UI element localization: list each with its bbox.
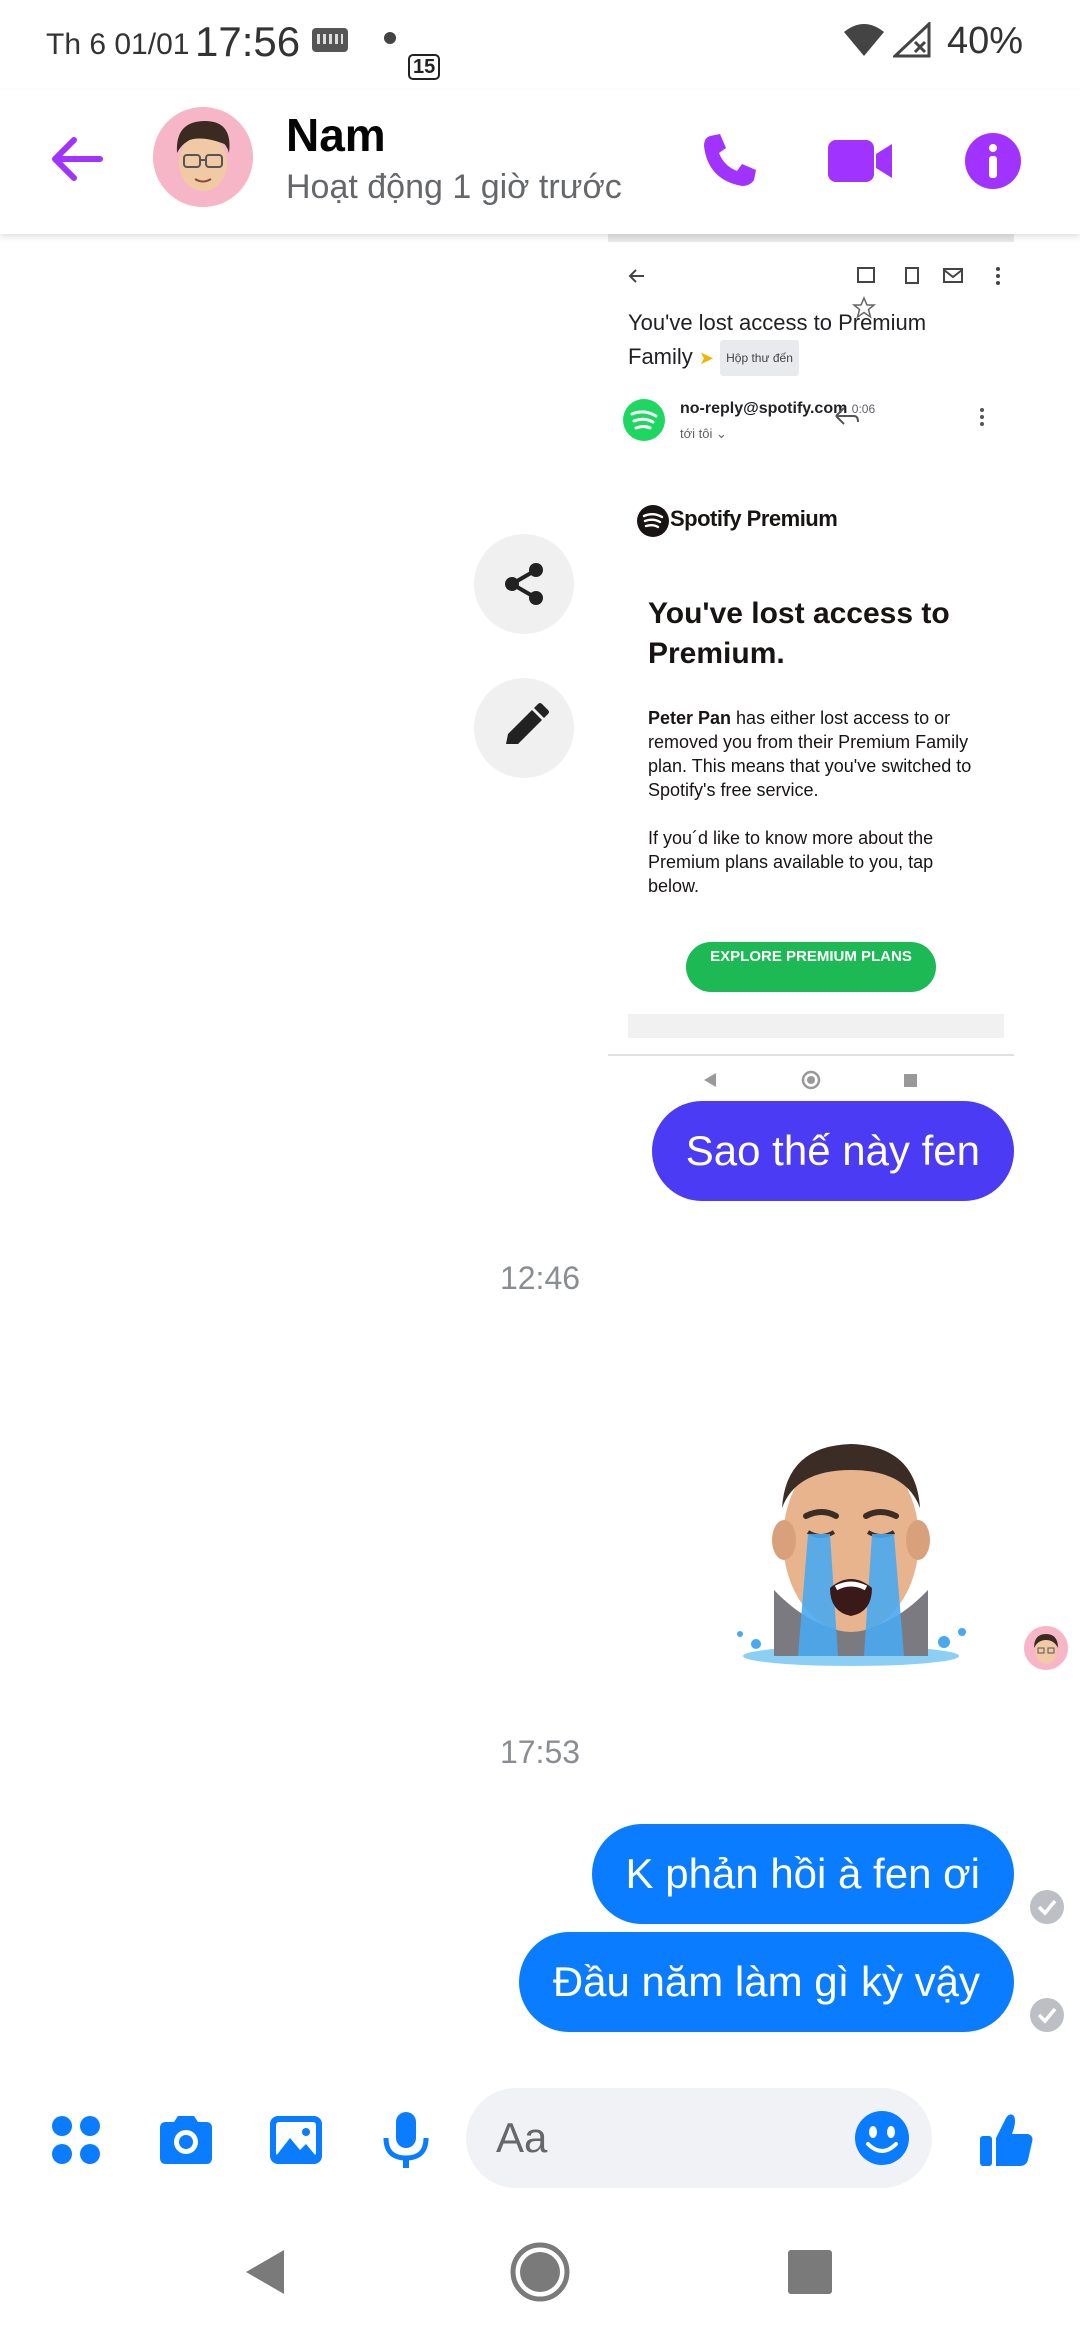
message-timestamp: 17:53 — [499, 1734, 581, 1770]
chat-header: Nam Hoạt động 1 giờ trước — [0, 90, 1080, 234]
email-body: Peter Pan has either lost access to or r… — [648, 706, 988, 898]
memoji-avatar-icon — [153, 107, 253, 207]
thumbs-up-icon[interactable] — [976, 2110, 1036, 2170]
message-composer — [0, 2080, 1080, 2204]
contact-name[interactable]: Nam — [286, 108, 386, 162]
emoji-icon[interactable] — [852, 2108, 912, 2168]
email-body-paragraph-1: Peter Pan has either lost access to or r… — [648, 706, 988, 802]
sent-check-icon — [1030, 1890, 1064, 1924]
info-icon[interactable] — [958, 126, 1028, 196]
email-footer — [628, 1014, 1004, 1038]
nav-back-icon[interactable] — [234, 2240, 298, 2304]
sender-address: no-reply@spotify.com — [680, 400, 848, 417]
microphone-icon[interactable] — [376, 2110, 436, 2170]
video-camera-icon[interactable] — [826, 126, 896, 196]
email-recipient: tới tôi ⌄ — [680, 426, 727, 441]
avatar[interactable] — [153, 107, 253, 207]
status-bar: Th 6 01/01 17:56 15 40% — [0, 0, 1080, 90]
edit-button[interactable] — [474, 678, 574, 778]
email-subject-line2: Family — [628, 344, 693, 369]
message-input-container — [466, 2088, 932, 2188]
status-date: Th 6 01/01 — [46, 28, 190, 61]
reply-more-icons — [835, 407, 984, 426]
email-subject-line1: You've lost access to Premium — [628, 310, 927, 335]
system-navigation-bar — [0, 2204, 1080, 2340]
explore-premium-button: EXPLORE PREMIUM PLANS — [686, 942, 936, 992]
sent-check-icon — [1030, 1998, 1064, 2032]
screenshot-status-strip — [608, 234, 1014, 242]
status-time: 17:56 — [195, 18, 301, 65]
share-button[interactable] — [474, 534, 574, 634]
message-bubble-sent[interactable]: Đầu năm làm gì kỳ vậy — [518, 1932, 1014, 2032]
crying-memoji-sticker[interactable] — [726, 1420, 976, 1670]
spotify-logo-icon — [637, 505, 669, 537]
signal-icon — [893, 22, 931, 58]
mini-nav-icons — [704, 1070, 917, 1090]
account-owner-name: Peter Pan — [648, 708, 732, 728]
contact-active-status: Hoạt động 1 giờ trước — [286, 168, 622, 206]
share-icon — [505, 563, 543, 605]
keyboard-icon — [312, 28, 348, 52]
email-body-paragraph-2: If you´d like to know more about the Pre… — [648, 828, 934, 896]
spotify-sender-avatar-icon — [623, 399, 665, 441]
message-bubble-sent[interactable]: Sao thế này fen — [651, 1101, 1014, 1201]
gallery-icon[interactable] — [266, 2110, 326, 2170]
nav-recents-icon[interactable] — [778, 2240, 842, 2304]
important-marker-icon: ➤ — [698, 348, 714, 368]
email-subject: You've lost access to Premium Family ➤ H… — [628, 306, 968, 377]
pencil-icon — [506, 703, 549, 744]
seen-by-avatar — [1024, 1626, 1068, 1670]
screenshot-navbar — [608, 1054, 1014, 1104]
nav-home-icon[interactable] — [508, 2240, 572, 2304]
notification-count-badge: 15 — [408, 54, 441, 80]
to-label: tới tôi — [680, 426, 713, 441]
message-list[interactable]: You've lost access to Premium Family ➤ H… — [0, 234, 1080, 2080]
spotify-brand: Spotify Premium — [670, 506, 838, 531]
wifi-icon — [844, 24, 884, 56]
message-timestamp: 12:46 — [499, 1260, 581, 1296]
notification-dot-icon — [384, 32, 396, 44]
phone-icon[interactable] — [694, 126, 764, 196]
battery-percent: 40% — [947, 20, 1024, 62]
camera-icon[interactable] — [156, 2110, 216, 2170]
email-headline: You've lost access to Premium. — [648, 597, 950, 670]
back-arrow-icon[interactable] — [44, 124, 114, 194]
apps-icon[interactable] — [46, 2110, 106, 2170]
shared-screenshot-image[interactable]: You've lost access to Premium Family ➤ H… — [608, 234, 1014, 1054]
star-icon — [852, 296, 876, 319]
gmail-toolbar-icons — [628, 267, 1000, 285]
message-input[interactable] — [496, 2108, 796, 2168]
message-bubble-sent[interactable]: K phản hồi à fen ơi — [591, 1824, 1014, 1924]
inbox-label: Hộp thư đến — [720, 340, 799, 377]
